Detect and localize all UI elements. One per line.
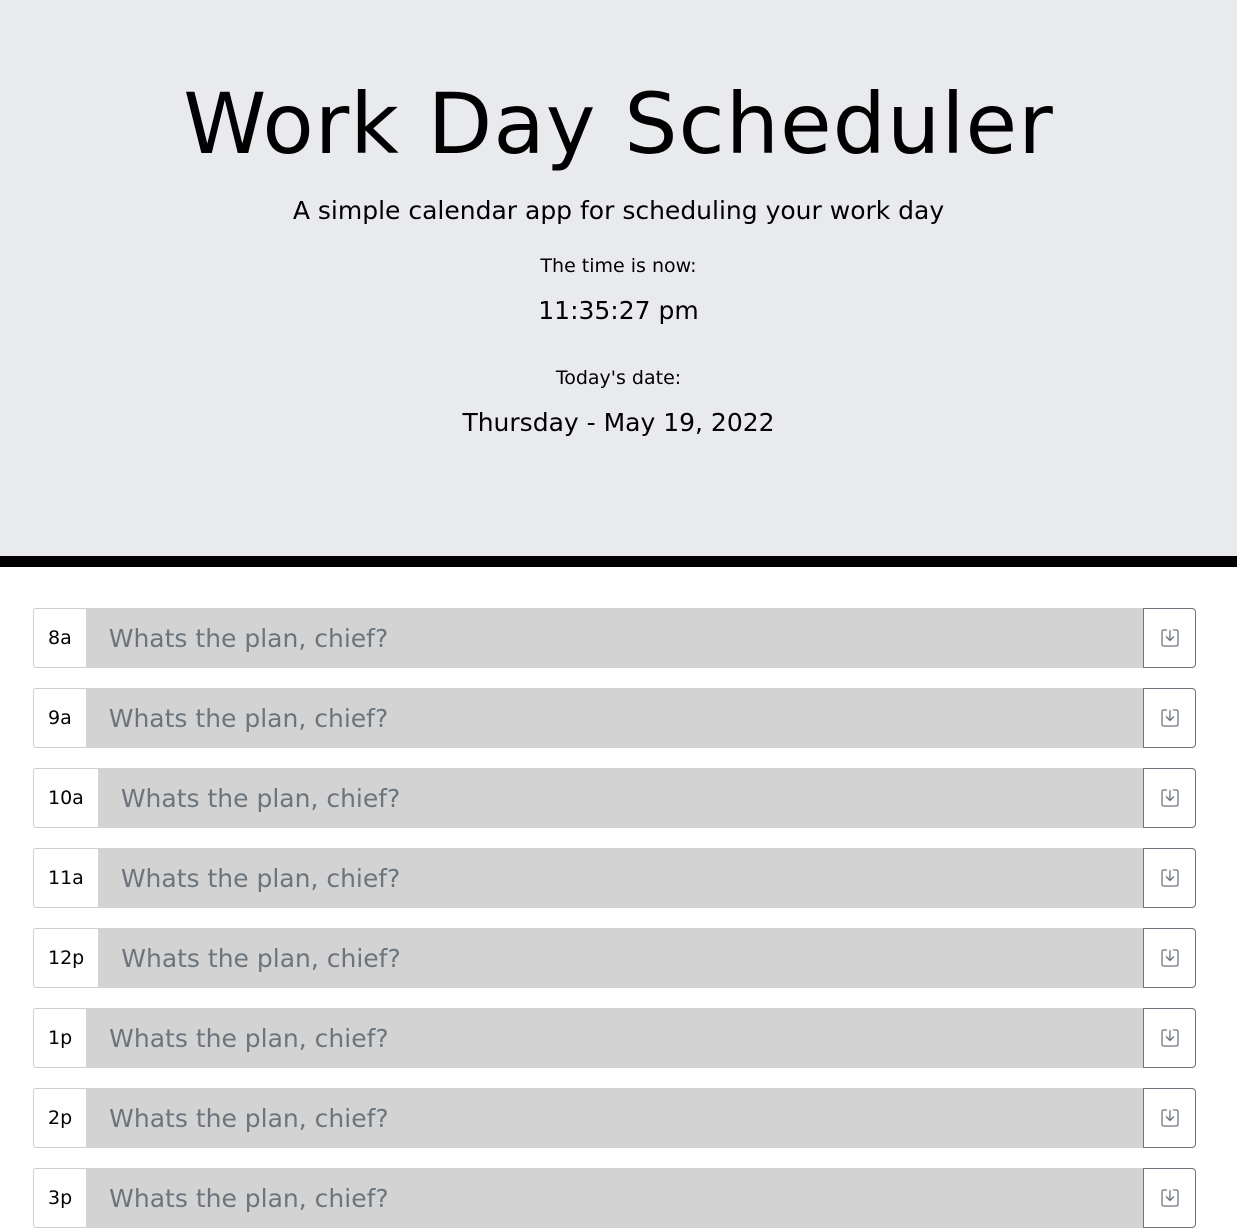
hour-label: 3p — [33, 1168, 87, 1228]
plan-input[interactable] — [98, 928, 1143, 988]
hour-label: 12p — [33, 928, 99, 988]
save-button[interactable] — [1143, 1168, 1196, 1228]
time-block-row: 10a — [33, 768, 1196, 828]
save-icon — [1160, 1188, 1180, 1208]
save-button[interactable] — [1143, 848, 1196, 908]
plan-input[interactable] — [85, 688, 1143, 748]
time-block-row: 1p — [33, 1008, 1196, 1068]
plan-input[interactable] — [85, 608, 1143, 668]
plan-input[interactable] — [97, 848, 1143, 908]
time-block-row: 2p — [33, 1088, 1196, 1148]
plan-input[interactable] — [86, 1008, 1143, 1068]
save-icon — [1160, 868, 1180, 888]
hour-label: 8a — [33, 608, 86, 668]
save-icon — [1160, 1108, 1180, 1128]
page-title: Work Day Scheduler — [183, 75, 1054, 173]
time-label: The time is now: — [540, 255, 697, 277]
time-block-row: 9a — [33, 688, 1196, 748]
plan-input[interactable] — [97, 768, 1143, 828]
save-icon — [1160, 788, 1180, 808]
hour-label: 2p — [33, 1088, 87, 1148]
save-icon — [1160, 708, 1180, 728]
save-button[interactable] — [1143, 608, 1196, 668]
save-button[interactable] — [1143, 928, 1196, 988]
time-block-row: 8a — [33, 608, 1196, 668]
save-icon — [1160, 1028, 1180, 1048]
header: Work Day Scheduler A simple calendar app… — [0, 0, 1237, 567]
save-button[interactable] — [1143, 768, 1196, 828]
time-block-row: 3p — [33, 1168, 1196, 1228]
date-label: Today's date: — [555, 367, 682, 389]
hour-label: 9a — [33, 688, 86, 748]
time-block-row: 12p — [33, 928, 1196, 988]
save-button[interactable] — [1143, 1088, 1196, 1148]
hour-label: 11a — [33, 848, 98, 908]
hour-label: 1p — [33, 1008, 87, 1068]
save-button[interactable] — [1143, 1008, 1196, 1068]
plan-input[interactable] — [86, 1168, 1143, 1228]
current-time: 11:35:27 pm — [538, 296, 699, 325]
save-icon — [1160, 628, 1180, 648]
save-icon — [1160, 948, 1180, 968]
hour-label: 10a — [33, 768, 98, 828]
page-subtitle: A simple calendar app for scheduling you… — [292, 196, 945, 225]
time-block-row: 11a — [33, 848, 1196, 908]
plan-input[interactable] — [86, 1088, 1143, 1148]
save-button[interactable] — [1143, 688, 1196, 748]
current-date: Thursday - May 19, 2022 — [462, 408, 775, 437]
